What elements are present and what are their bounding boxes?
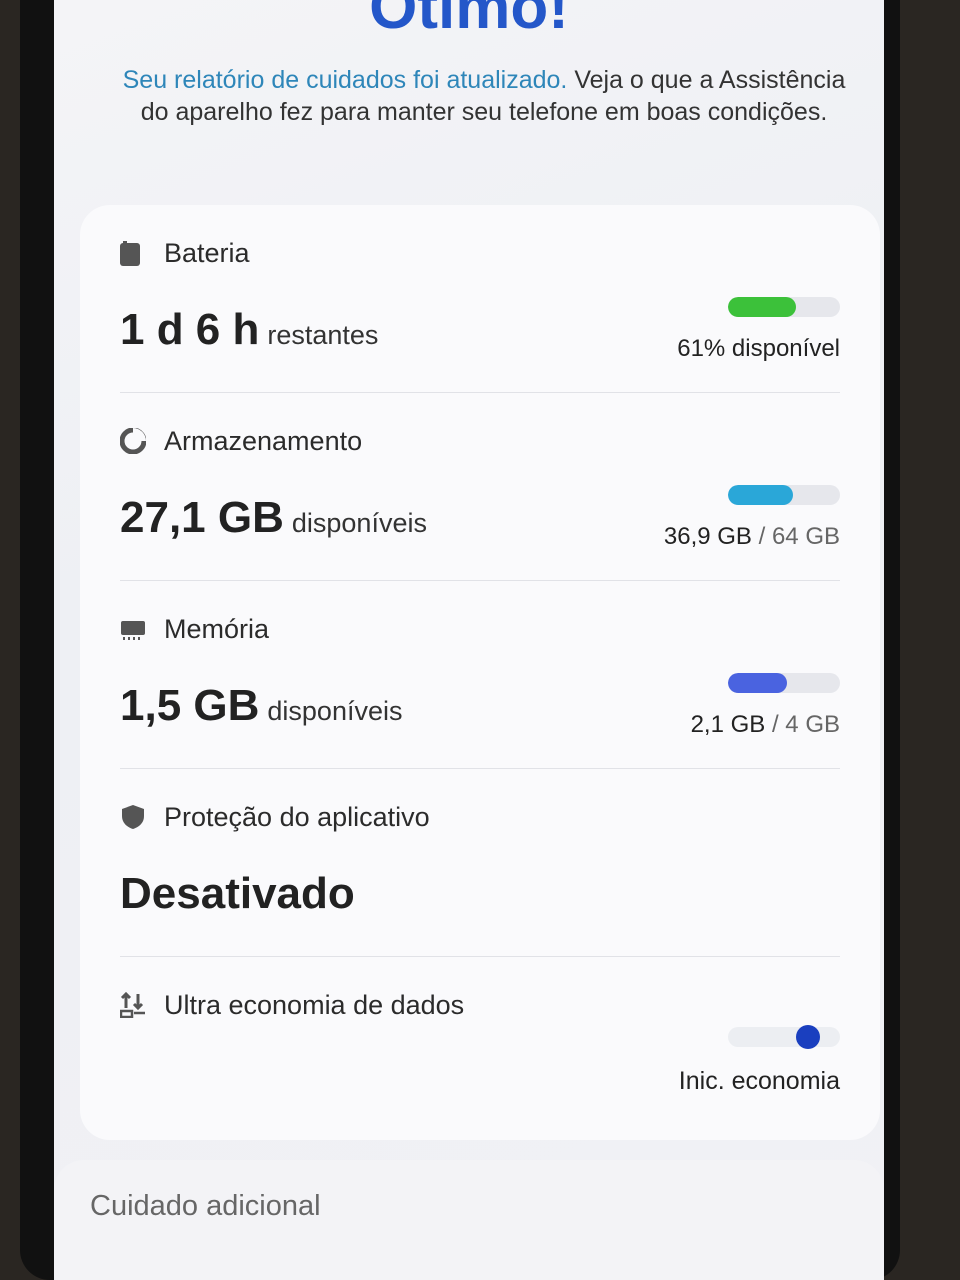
app-protection-section[interactable]: Proteção do aplicativo Desativado bbox=[80, 769, 880, 957]
memory-usage-bar bbox=[728, 673, 840, 693]
memory-separator: / bbox=[771, 711, 779, 738]
app-protection-status: Desativado bbox=[120, 869, 355, 918]
battery-available-label: 61% disponível bbox=[677, 335, 840, 362]
storage-separator: / bbox=[758, 523, 766, 550]
memory-used: 2,1 GB bbox=[690, 711, 766, 738]
status-card: Bateria 1 d 6 h restantes 61% disponível bbox=[80, 205, 880, 1140]
storage-free-value: 27,1 GB bbox=[120, 493, 284, 542]
memory-usage-label: 2,1 GB / 4 GB bbox=[691, 711, 840, 739]
battery-title: Bateria bbox=[164, 237, 250, 268]
battery-section[interactable]: Bateria 1 d 6 h restantes 61% disponível bbox=[80, 205, 880, 393]
storage-title: Armazenamento bbox=[164, 425, 363, 456]
storage-section[interactable]: Armazenamento 27,1 GB disponíveis 36,9 G… bbox=[80, 393, 880, 581]
battery-level-fill bbox=[728, 297, 797, 317]
data-saver-title: Ultra economia de dados bbox=[164, 989, 465, 1020]
data-saver-section[interactable]: Ultra economia de dados Inic. economia bbox=[80, 957, 880, 1140]
memory-title: Memória bbox=[164, 613, 270, 644]
battery-level-bar bbox=[728, 297, 840, 317]
memory-free-unit: disponíveis bbox=[267, 696, 403, 726]
storage-used: 36,9 GB bbox=[663, 523, 752, 550]
data-saver-toggle[interactable] bbox=[728, 1027, 840, 1047]
storage-pie-icon bbox=[119, 427, 147, 455]
memory-chip-icon bbox=[120, 616, 146, 642]
phone-frame: Ótimo! Seu relatório de cuidados foi atu… bbox=[20, 0, 900, 1280]
device-care-screen: Ótimo! Seu relatório de cuidados foi atu… bbox=[54, 0, 884, 1280]
memory-free-value: 1,5 GB bbox=[120, 681, 260, 730]
battery-icon bbox=[120, 240, 146, 266]
storage-usage-fill bbox=[728, 485, 793, 505]
storage-usage-bar bbox=[728, 485, 840, 505]
storage-total: 64 GB bbox=[771, 523, 840, 550]
app-protection-title: Proteção do aplicativo bbox=[164, 801, 430, 832]
data-saver-icon bbox=[119, 991, 146, 1019]
memory-section[interactable]: Memória 1,5 GB disponíveis 2,1 GB / 4 GB bbox=[80, 581, 880, 769]
page-title: Ótimo! bbox=[369, 0, 569, 42]
page-subtitle: Seu relatório de cuidados foi atualizado… bbox=[114, 64, 854, 128]
shield-icon bbox=[120, 804, 146, 830]
battery-time-unit: restantes bbox=[267, 320, 379, 350]
memory-total: 4 GB bbox=[785, 711, 840, 738]
memory-usage-fill bbox=[728, 673, 788, 693]
storage-free-unit: disponíveis bbox=[291, 508, 427, 538]
extra-care-card[interactable]: Cuidado adicional bbox=[54, 1160, 884, 1280]
report-updated-link[interactable]: Seu relatório de cuidados foi atualizado… bbox=[123, 66, 568, 94]
start-saving-button[interactable]: Inic. economia bbox=[679, 1067, 840, 1096]
battery-time-value: 1 d 6 h bbox=[120, 305, 260, 354]
storage-usage-label: 36,9 GB / 64 GB bbox=[664, 523, 840, 551]
extra-care-title: Cuidado adicional bbox=[90, 1190, 321, 1222]
data-saver-toggle-knob bbox=[796, 1025, 820, 1049]
